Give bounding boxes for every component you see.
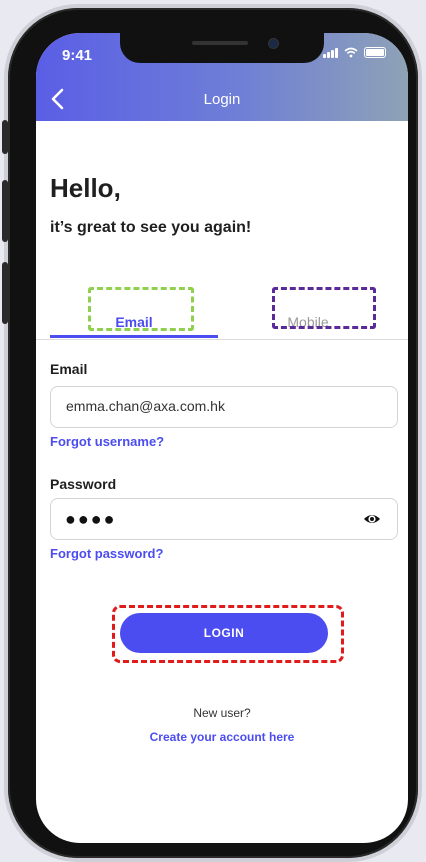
password-value: ●●●● bbox=[65, 509, 117, 529]
greeting-subtitle: it’s great to see you again! bbox=[50, 219, 252, 236]
phone-notch bbox=[120, 33, 324, 63]
email-value: emma.chan@axa.com.hk bbox=[66, 398, 225, 414]
status-icons bbox=[323, 47, 386, 58]
battery-icon bbox=[364, 47, 386, 58]
greeting-title: Hello, bbox=[50, 173, 121, 203]
app-screen: 9:41 Login Hello, it’s great to see you … bbox=[36, 33, 408, 843]
new-user-prompt: New user? bbox=[193, 706, 251, 720]
forgot-password-link[interactable]: Forgot password? bbox=[50, 546, 163, 561]
create-account-link[interactable]: Create your account here bbox=[36, 730, 408, 744]
password-label: Password bbox=[50, 476, 117, 492]
page-title: Login bbox=[203, 91, 241, 108]
active-tab-indicator bbox=[50, 335, 218, 338]
status-time: 9:41 bbox=[62, 47, 93, 64]
email-tab-highlight bbox=[88, 287, 194, 331]
front-camera bbox=[268, 38, 279, 49]
app-header: 9:41 Login bbox=[36, 33, 408, 121]
password-field[interactable]: ●●●● bbox=[50, 498, 398, 540]
phone-volume-down bbox=[2, 262, 8, 324]
signal-icon bbox=[323, 47, 338, 58]
mobile-tab-highlight bbox=[272, 287, 376, 329]
eye-icon[interactable] bbox=[363, 511, 381, 527]
email-field[interactable]: emma.chan@axa.com.hk bbox=[50, 386, 398, 428]
login-button-highlight bbox=[112, 605, 344, 663]
phone-volume-up bbox=[2, 180, 8, 242]
forgot-username-link[interactable]: Forgot username? bbox=[50, 434, 164, 449]
speaker-grille bbox=[192, 41, 248, 45]
email-label: Email bbox=[50, 361, 88, 377]
wifi-icon bbox=[344, 47, 358, 58]
phone-side-button bbox=[2, 120, 8, 154]
